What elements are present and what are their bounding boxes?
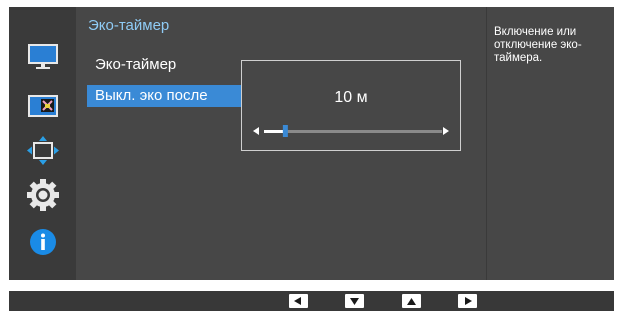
menu-title: Эко-таймер bbox=[88, 17, 170, 34]
timer-value: 10 м bbox=[334, 89, 368, 106]
osd-menu: Эко-таймер Эко-таймер Выкл. эко после 10… bbox=[9, 7, 614, 280]
slider-fill bbox=[264, 130, 286, 133]
down-arrow-icon[interactable] bbox=[345, 294, 364, 308]
color-icon[interactable] bbox=[26, 89, 60, 123]
menu-item-eco-timer[interactable]: Эко-таймер bbox=[87, 54, 241, 76]
information-icon[interactable] bbox=[26, 225, 60, 259]
slider-left-arrow-icon bbox=[253, 127, 259, 135]
up-arrow-icon[interactable] bbox=[402, 294, 421, 308]
slider-track bbox=[264, 130, 442, 133]
left-arrow-icon[interactable] bbox=[289, 294, 308, 308]
size-position-icon[interactable] bbox=[26, 134, 60, 168]
value-subpanel: 10 м bbox=[241, 60, 461, 151]
slider-right-arrow-icon bbox=[443, 127, 449, 135]
footer-button-bar bbox=[9, 291, 614, 311]
eco-timer-slider[interactable] bbox=[252, 123, 450, 139]
main-panel: Эко-таймер Эко-таймер Выкл. эко после 10… bbox=[76, 7, 486, 280]
help-panel: Включение или отключение эко-таймера. bbox=[486, 7, 614, 280]
help-text: Включение или отключение эко-таймера. bbox=[494, 26, 582, 64]
slider-thumb bbox=[282, 125, 288, 137]
menu-item-eco-off-after[interactable]: Выкл. эко после bbox=[87, 85, 241, 107]
monitor-picture-icon[interactable] bbox=[26, 39, 60, 73]
right-arrow-icon[interactable] bbox=[458, 294, 477, 308]
settings-gear-icon[interactable] bbox=[26, 178, 60, 212]
sidebar bbox=[9, 7, 76, 280]
